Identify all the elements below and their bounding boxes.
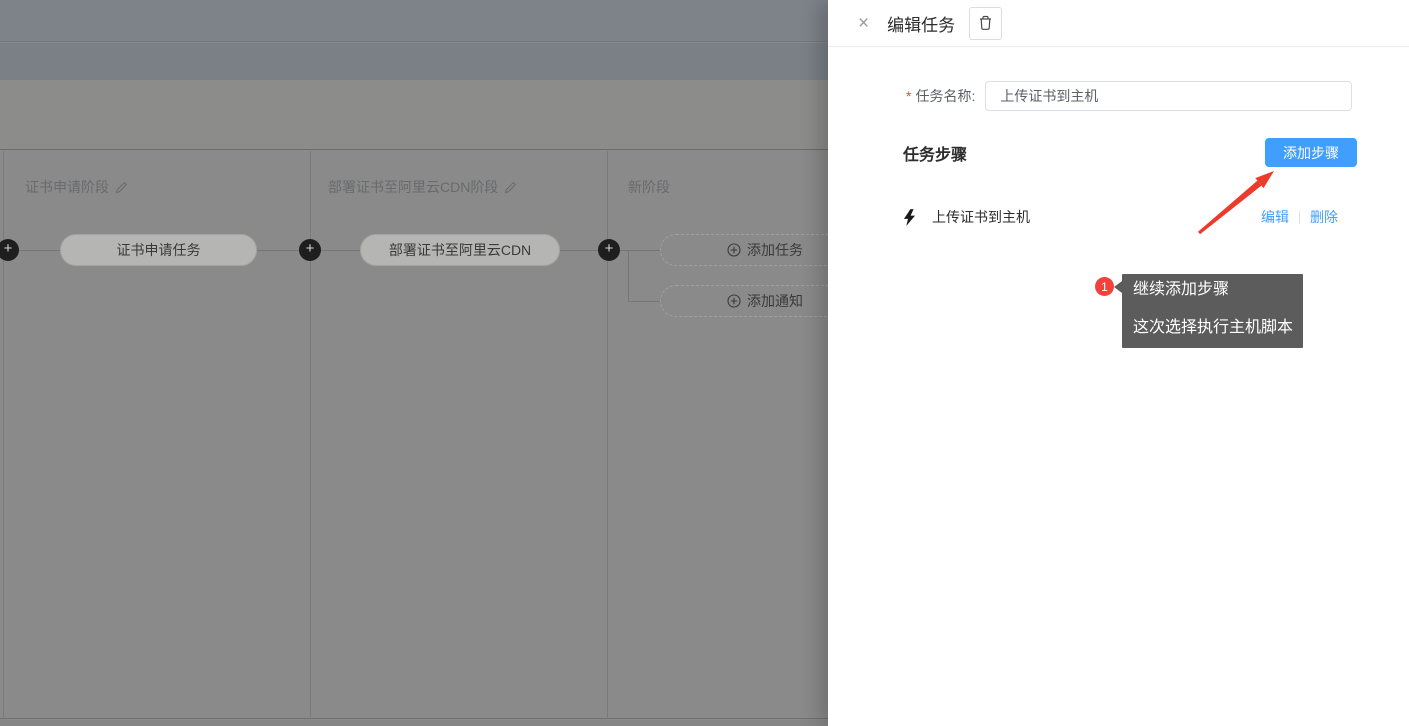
stage-title-label: 部署证书至阿里云CDN阶段	[328, 177, 498, 197]
lightning-icon	[903, 209, 916, 226]
stage-title-label: 证书申请阶段	[25, 177, 109, 197]
task-node-cert-request[interactable]: 证书申请任务	[60, 234, 257, 266]
task-steps-header: 任务步骤 添加步骤	[828, 138, 1409, 167]
edit-pencil-icon[interactable]	[504, 181, 517, 194]
trash-icon	[978, 15, 993, 31]
certificate-pipeline-page: 证书申请阶段 部署证书至阿里云CDN阶段 新阶段 + + + 证书申请任务 部署…	[0, 0, 1409, 726]
task-name-input[interactable]	[985, 81, 1352, 111]
stage-divider	[607, 151, 608, 719]
drawer-header: × 编辑任务	[828, 0, 1409, 47]
add-task-label: 添加任务	[747, 240, 803, 260]
close-icon[interactable]: ×	[858, 14, 869, 33]
edit-task-drawer: × 编辑任务 * 任务名称: 任务步骤 添加步骤 上传证书到主机 编辑	[828, 0, 1409, 726]
task-name-form-row: * 任务名称:	[828, 81, 1409, 111]
delete-step-link[interactable]: 删除	[1310, 207, 1338, 227]
add-stage-button[interactable]: +	[299, 239, 321, 261]
drawer-title: 编辑任务	[887, 11, 955, 36]
edit-pencil-icon[interactable]	[115, 181, 128, 194]
task-node-deploy-cdn[interactable]: 部署证书至阿里云CDN	[360, 234, 560, 266]
tooltip-line: 继续添加步骤	[1133, 279, 1303, 301]
tooltip-line: 这次选择执行主机脚本	[1133, 317, 1303, 339]
task-steps-heading: 任务步骤	[903, 141, 967, 165]
circle-plus-icon	[727, 294, 741, 308]
edit-step-link[interactable]: 编辑	[1261, 207, 1289, 227]
annotation-tooltip: 继续添加步骤 这次选择执行主机脚本	[1122, 274, 1303, 348]
step-list-item: 上传证书到主机 编辑 删除	[828, 207, 1409, 227]
add-step-button[interactable]: 添加步骤	[1265, 138, 1357, 167]
step-name: 上传证书到主机	[932, 207, 1030, 227]
stage-title-cert-request: 证书申请阶段	[25, 178, 128, 196]
add-stage-button[interactable]: +	[598, 239, 620, 261]
task-name-label: 任务名称:	[915, 86, 975, 106]
stage-title-label: 新阶段	[628, 177, 670, 197]
delete-task-button[interactable]	[969, 7, 1002, 40]
stage-title-new-stage: 新阶段	[628, 178, 670, 196]
annotation-step-badge: 1	[1095, 277, 1114, 296]
link-divider	[1299, 211, 1300, 224]
stage-divider	[3, 151, 4, 719]
stage-title-deploy-cdn: 部署证书至阿里云CDN阶段	[328, 178, 517, 196]
connector-line	[628, 301, 660, 302]
stage-divider	[310, 151, 311, 719]
circle-plus-icon	[727, 243, 741, 257]
connector-line	[628, 250, 629, 302]
required-asterisk: *	[906, 88, 911, 104]
task-node-label: 部署证书至阿里云CDN	[389, 240, 531, 260]
add-notification-label: 添加通知	[747, 291, 803, 311]
tooltip-arrow	[1114, 281, 1122, 293]
task-node-label: 证书申请任务	[117, 240, 201, 260]
step-actions: 编辑 删除	[1261, 207, 1338, 227]
